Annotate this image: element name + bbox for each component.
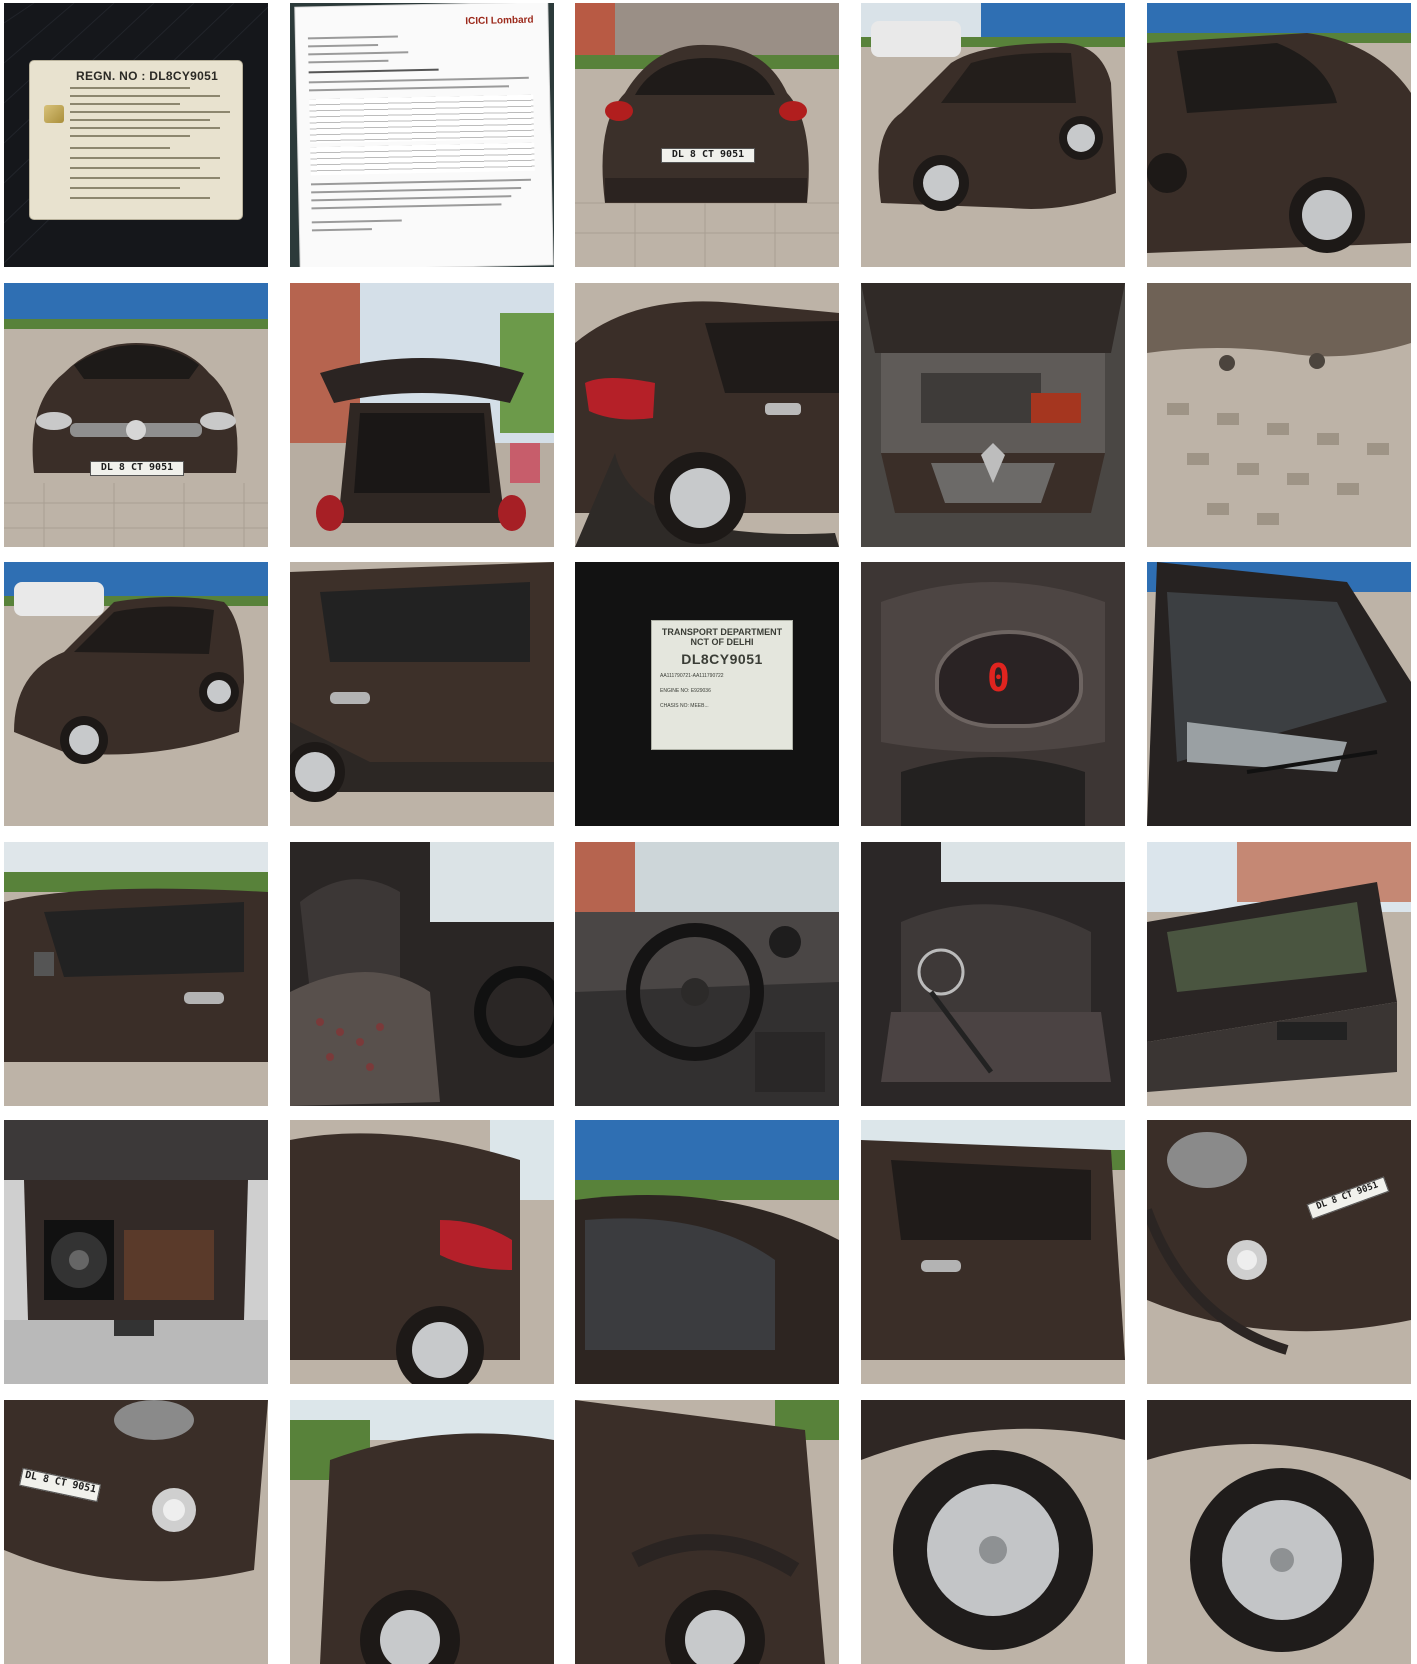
rear-quarter-photo (575, 283, 839, 547)
photo-gallery-grid: REGN. NO : DL8CY9051 ICICI Lombard DL 8 … (0, 0, 1417, 1664)
rear-seats-photo (861, 842, 1125, 1106)
car-front-photo (4, 283, 268, 547)
sticker-registration-number: DL8CY9051 (681, 651, 763, 667)
smart-chip-icon (44, 105, 64, 123)
sticker-line-2: NCT OF DELHI (690, 637, 754, 647)
front-bumper-foglamp-photo (4, 1400, 268, 1664)
gallery-tile-car-front-view[interactable]: DL 8 CT 9051 (4, 283, 268, 547)
gallery-tile-rear-wheel[interactable] (1147, 1400, 1411, 1664)
registration-number-title: REGN. NO : DL8CY9051 (76, 69, 219, 83)
gallery-tile-rear-door-side[interactable] (290, 562, 554, 826)
gallery-tile-front-bumper-plate[interactable]: DL 8 CT 9051 (1147, 1120, 1411, 1384)
number-plate: DL 8 CT 9051 (90, 461, 184, 476)
front-door-side-photo (4, 842, 268, 1106)
rear-door-side-photo (290, 562, 554, 826)
gallery-tile-side-windows[interactable] (861, 1120, 1125, 1384)
steering-dashboard-photo (575, 842, 839, 1106)
gallery-tile-front-fender[interactable] (290, 1400, 554, 1664)
gallery-tile-rear-quarter[interactable] (575, 283, 839, 547)
gallery-tile-car-front-quarter[interactable] (861, 3, 1125, 267)
gallery-tile-boot-subwoofer[interactable] (4, 1120, 268, 1384)
gallery-tile-car-front-quarter-2[interactable] (4, 562, 268, 826)
gallery-tile-underbody[interactable] (1147, 283, 1411, 547)
number-plate: DL 8 CT 9051 (661, 148, 755, 163)
open-door-panel-photo (1147, 842, 1411, 1106)
gallery-tile-windshield[interactable] (1147, 562, 1411, 826)
sticker-field-3: CHASIS NO: MEEB... (660, 703, 709, 709)
roof-reflection-photo (575, 1120, 839, 1384)
front-wheel-photo (861, 1400, 1125, 1664)
sticker-field-1: AA111790721-AA111790722 (660, 673, 724, 679)
gallery-tile-front-door-side[interactable] (4, 842, 268, 1106)
sticker-line-1: TRANSPORT DEPARTMENT (661, 627, 783, 637)
insurer-logo: ICICI Lombard (465, 14, 534, 28)
speedometer-display: 0 (935, 630, 1083, 728)
gallery-tile-front-wheel[interactable] (861, 1400, 1125, 1664)
front-fender-photo (290, 1400, 554, 1664)
windshield-photo (1147, 562, 1411, 826)
gallery-tile-front-seats[interactable] (290, 842, 554, 1106)
speed-reading: 0 (987, 656, 1010, 700)
rear-panel-taillight-photo (290, 1120, 554, 1384)
gallery-tile-car-rear-view[interactable]: DL 8 CT 9051 (575, 3, 839, 267)
open-tailgate-photo (290, 283, 554, 547)
sticker-field-2: ENGINE NO: E929036 (660, 688, 711, 694)
gallery-tile-rear-fender[interactable] (575, 1400, 839, 1664)
front-bumper-plate-photo (1147, 1120, 1411, 1384)
gallery-tile-rear-panel-taillight[interactable] (290, 1120, 554, 1384)
transport-department-sticker: TRANSPORT DEPARTMENT NCT OF DELHI DL8CY9… (651, 620, 793, 750)
gallery-tile-instrument-cluster[interactable]: 0 (861, 562, 1125, 826)
registration-card: REGN. NO : DL8CY9051 (30, 61, 242, 219)
rear-fender-photo (575, 1400, 839, 1664)
gallery-tile-insurance-policy[interactable]: ICICI Lombard (290, 3, 554, 267)
front-seats-photo (290, 842, 554, 1106)
gallery-tile-front-bumper-foglamp[interactable]: DL 8 CT 9051 (4, 1400, 268, 1664)
gallery-tile-roof-reflection[interactable] (575, 1120, 839, 1384)
boot-subwoofer-photo (4, 1120, 268, 1384)
gallery-tile-registration-card[interactable]: REGN. NO : DL8CY9051 (4, 3, 268, 267)
car-side-quarter-photo (1147, 3, 1411, 267)
car-front-quarter-photo (861, 3, 1125, 267)
gallery-tile-car-side-quarter[interactable] (1147, 3, 1411, 267)
gallery-tile-open-door-panel[interactable] (1147, 842, 1411, 1106)
underbody-photo (1147, 283, 1411, 547)
car-front-quarter-photo-2 (4, 562, 268, 826)
gallery-tile-rear-seats[interactable] (861, 842, 1125, 1106)
car-rear-photo (575, 3, 839, 267)
gallery-tile-windshield-sticker[interactable]: TRANSPORT DEPARTMENT NCT OF DELHI DL8CY9… (575, 562, 839, 826)
gallery-tile-engine-bay[interactable] (861, 283, 1125, 547)
gallery-tile-steering-dashboard[interactable] (575, 842, 839, 1106)
side-windows-photo (861, 1120, 1125, 1384)
gallery-tile-open-tailgate[interactable] (290, 283, 554, 547)
rear-wheel-photo (1147, 1400, 1411, 1664)
engine-bay-photo (861, 283, 1125, 547)
insurance-document: ICICI Lombard (295, 3, 553, 267)
